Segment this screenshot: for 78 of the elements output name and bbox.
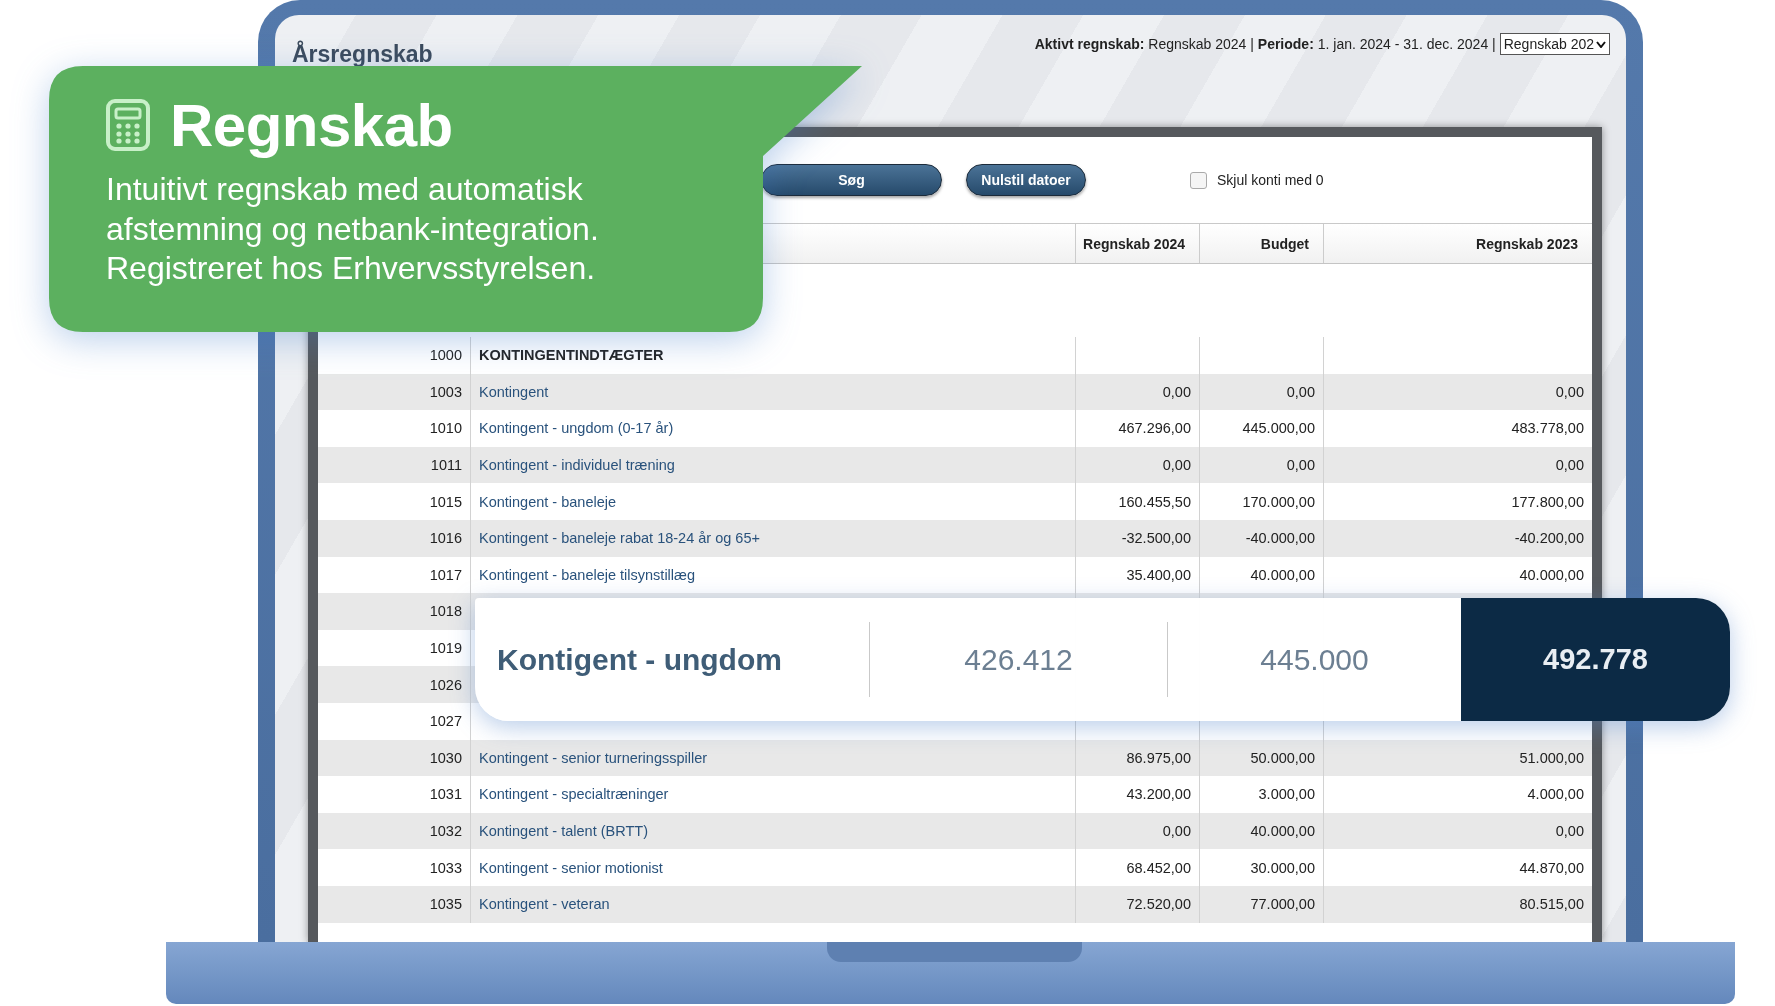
amount: 80.515,00 [1519, 896, 1584, 913]
amount: 0,00 [1162, 457, 1191, 474]
column-header: Regnskab 2024 [1075, 224, 1199, 263]
amount: 467.296,00 [1118, 420, 1191, 437]
account-link[interactable]: Kontingent [479, 383, 549, 400]
account-link[interactable]: Kontingent - baneleje tilsynstillæg [479, 566, 695, 583]
promo-title: Regnskab [170, 90, 453, 160]
amount: 0,00 [1162, 383, 1191, 400]
amount: 50.000,00 [1250, 749, 1315, 766]
amount: 160.455,50 [1118, 493, 1191, 510]
amount: 0,00 [1555, 823, 1584, 839]
amount: 44.870,00 [1519, 859, 1584, 876]
amount: 426.412 [869, 622, 1167, 697]
reset-dates-button[interactable]: Nulstil datoer [966, 164, 1086, 196]
checkbox[interactable] [1190, 171, 1207, 189]
amount: 68.452,00 [1126, 859, 1191, 876]
amount: 86.975,00 [1126, 749, 1191, 766]
account-link[interactable]: Kontingent - specialtræninger [479, 786, 669, 803]
column-header: Budget [1199, 224, 1323, 263]
amount: 177.800,00 [1511, 493, 1584, 510]
amount: 77.000,00 [1250, 896, 1315, 913]
caret-icon [1596, 40, 1606, 48]
account-number: 1032 [428, 822, 463, 841]
account-link[interactable]: Kontingent - baneleje rabat 18-24 år og 65+ [479, 530, 760, 547]
account-number: 1033 [428, 858, 463, 878]
account-link[interactable]: Kontingent - talent (BRTT) [479, 823, 648, 839]
account-number: 1010 [428, 419, 463, 439]
amount: 3.000,00 [1258, 786, 1315, 803]
amount: 0,00 [1555, 383, 1584, 400]
account-number: 1017 [428, 565, 463, 585]
total-amount: 492.778 [1461, 598, 1730, 721]
page-title: Årsregnskab [292, 41, 433, 68]
amount: 4.000,00 [1527, 786, 1584, 803]
account-link[interactable]: Kontingent - senior motionist [479, 859, 663, 876]
amount: 40.000,00 [1250, 823, 1315, 839]
account-number: 1035 [428, 895, 463, 915]
calculator-icon [106, 99, 150, 151]
amount: 40.000,00 [1250, 566, 1315, 583]
account-number: 1019 [428, 639, 463, 659]
column-header: Regnskab 2023 [1323, 224, 1592, 263]
amount: 0,00 [1162, 823, 1191, 839]
amount: -32.500,00 [1121, 530, 1191, 547]
account-number: 1030 [428, 748, 463, 768]
amount: 445.000,00 [1242, 420, 1315, 437]
account-number: 1027 [428, 712, 463, 732]
amount: 0,00 [1286, 457, 1315, 474]
amount: -40.000,00 [1245, 530, 1315, 547]
group-heading: KONTINGENTINDTÆGTER [479, 347, 664, 364]
amount: 170.000,00 [1242, 493, 1315, 510]
year-select[interactable]: Regnskab 202 [1499, 33, 1610, 55]
account-number: 1026 [428, 675, 463, 695]
account-number: 1011 [429, 456, 463, 476]
amount: 35.400,00 [1126, 566, 1191, 583]
amount: 72.520,00 [1126, 896, 1191, 913]
account-link[interactable]: Kontingent - individuel træning [479, 457, 675, 474]
checkbox-label: Skjul konti med 0 [1217, 172, 1324, 188]
account-link[interactable]: Kontingent - veteran [479, 896, 610, 913]
account-number: 1016 [428, 529, 463, 549]
amount: 0,00 [1555, 457, 1584, 474]
account-number: 1000 [428, 346, 463, 366]
search-button[interactable]: Søg [761, 164, 942, 196]
promo-text: Intuitivt regnskab med automatisk afstemning og netbank-integration. Registreret hos Erhvervsstyrelsen. [106, 170, 599, 288]
account-link[interactable]: Kontingent - senior turneringsspiller [479, 749, 708, 766]
amount: 51.000,00 [1519, 749, 1584, 766]
account-number: 1031 [428, 785, 463, 805]
amount: 43.200,00 [1126, 786, 1191, 803]
amount: 0,00 [1286, 383, 1315, 400]
account-number: 1003 [428, 382, 463, 402]
account-number: 1015 [428, 492, 463, 512]
account-link[interactable]: Kontingent - ungdom (0-17 år) [479, 420, 674, 437]
account-number: 1018 [428, 602, 463, 622]
period-info: Aktivt regnskab: Regnskab 2024 | Periode: 1. jan. 2024 - 31. dec. 2024 | [1034, 36, 1496, 52]
account-name: Kontigent - ungdom [496, 641, 783, 678]
amount: 483.778,00 [1511, 420, 1584, 437]
amount: -40.200,00 [1514, 530, 1584, 547]
amount: 40.000,00 [1519, 566, 1584, 583]
amount: 30.000,00 [1250, 859, 1315, 876]
account-link[interactable]: Kontingent - baneleje [479, 493, 617, 510]
